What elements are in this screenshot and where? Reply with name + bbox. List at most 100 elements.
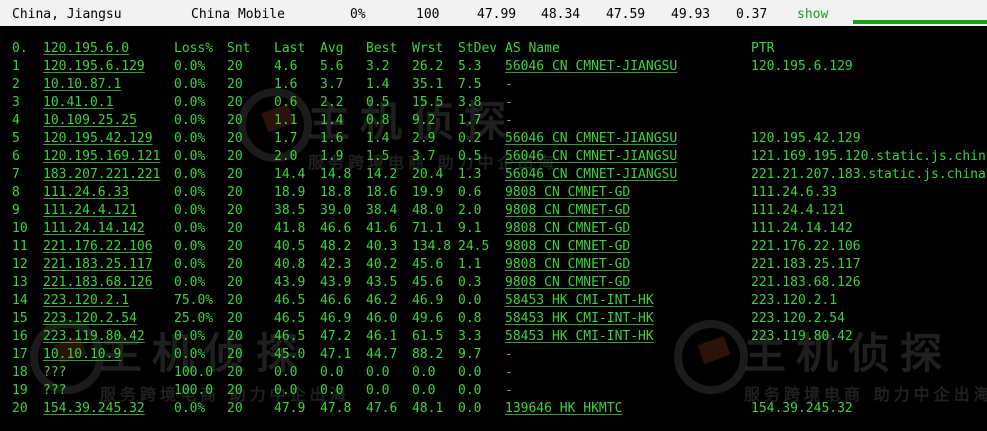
hop-worst: 45.6: [412, 257, 444, 272]
hop-worst: 26.2: [412, 59, 444, 74]
hop-ptr: 221.21.207.183.static.js.china: [751, 167, 986, 182]
hop-worst: 71.1: [412, 221, 444, 236]
hop-host: 10.41.0.1: [43, 95, 114, 110]
hop-sent: 20: [227, 203, 243, 218]
hop-sent: 20: [227, 329, 243, 344]
hop-ptr: 111.24.6.33: [751, 185, 838, 200]
hop-sent: 20: [227, 311, 243, 326]
hop-stdev: 0.0: [458, 365, 482, 380]
hop-worst: 61.5: [412, 329, 444, 344]
hop-last: 40.5: [274, 239, 306, 254]
hop-as-name: 58453 HK CMI-INT-HK: [505, 329, 654, 344]
hop-host: 111.24.14.142: [43, 221, 145, 236]
hop-worst: 15.5: [412, 95, 444, 110]
hop-ptr: 111.24.4.121: [751, 203, 845, 218]
hop-as-name: 9808 CN CMNET-GD: [505, 239, 631, 254]
hop-stdev: 0.6: [458, 185, 482, 200]
hop-sent: 20: [227, 383, 243, 398]
hop-number: 1: [12, 59, 20, 74]
hop-best: 46.2: [366, 293, 398, 308]
hop-last: 46.5: [274, 311, 306, 326]
table-row: 6 120.195.169.121 0.0% 20 2.0 1.9 1.5 3.7 0.5 560…: [0, 149, 987, 167]
hop-stdev: 0.0: [458, 401, 482, 416]
table-row: 4 10.109.25.25 0.0% 20 1.1 1.4 0.8 9.2 1.7 -: [0, 113, 987, 131]
hop-avg: 46.6: [320, 221, 352, 236]
hop-last: 43.9: [274, 275, 306, 290]
hop-last: 45.0: [274, 347, 306, 362]
hop-sent: 20: [227, 77, 243, 92]
hop-last: 1.7: [274, 131, 298, 146]
hop-stdev: 0.5: [458, 149, 482, 164]
hop-avg: 46.6: [320, 293, 352, 308]
hop-best: 0.8: [366, 113, 390, 128]
hop-number: 5: [12, 131, 20, 146]
hop-host: 120.195.42.129: [43, 131, 153, 146]
hop-ptr: 120.195.42.129: [751, 131, 861, 146]
hop-loss: 0.0%: [174, 95, 206, 110]
hop-as-name: 58453 HK CMI-INT-HK: [505, 311, 654, 326]
table-row: 3 10.41.0.1 0.0% 20 0.6 2.2 0.5 15.5 3.8 -: [0, 95, 987, 113]
hop-loss: 100.0: [174, 365, 214, 380]
table-row: 12 221.183.25.117 0.0% 20 40.8 42.3 40.2 45.6 1.…: [0, 257, 987, 275]
hop-last: 1.6: [274, 77, 298, 92]
table-row: 9 111.24.4.121 0.0% 20 38.5 39.0 38.4 48.0 2.0 98…: [0, 203, 987, 221]
hop-number: 9: [12, 203, 20, 218]
hop-loss: 25.0%: [174, 311, 214, 326]
hop-avg: 14.8: [320, 167, 352, 182]
hop-best: 46.1: [366, 329, 398, 344]
hop-avg: 39.0: [320, 203, 352, 218]
table-row: 17 10.10.10.9 0.0% 20 45.0 47.1 44.7 88.2 9.7 -: [0, 347, 987, 365]
hop-as-name: 9808 CN CMNET-GD: [505, 203, 631, 218]
hop-number: 0.: [12, 41, 28, 56]
hop-loss: 0.0%: [174, 221, 206, 236]
hop-as-name: -: [505, 77, 513, 92]
hop-avg: 0.0: [320, 383, 344, 398]
hop-worst: 48.1: [412, 401, 444, 416]
hop-loss: 0.0%: [174, 401, 206, 416]
hop-avg: 42.3: [320, 257, 352, 272]
hop-sent: 20: [227, 347, 243, 362]
hop-loss: 75.0%: [174, 293, 214, 308]
hop-number: 12: [12, 257, 28, 272]
hop-loss: 0.0%: [174, 257, 206, 272]
hop-number: 15: [12, 311, 28, 326]
hop-as-name: 9808 CN CMNET-GD: [505, 275, 631, 290]
hop-sent: 20: [227, 275, 243, 290]
hop-ptr: 221.183.68.126: [751, 275, 861, 290]
traceroute-table: Loss% Snt Last Avg Best Wrst StDev AS Na…: [0, 0, 987, 431]
hop-worst: 88.2: [412, 347, 444, 362]
source-row: 0. 120.195.6.0: [0, 41, 987, 59]
hop-as-name: 58453 HK CMI-INT-HK: [505, 293, 654, 308]
hop-best: 41.6: [366, 221, 398, 236]
hop-avg: 3.7: [320, 77, 344, 92]
hop-number: 4: [12, 113, 20, 128]
hop-host: 221.176.22.106: [43, 239, 153, 254]
hop-stdev: 0.8: [458, 311, 482, 326]
hop-worst: 3.7: [412, 149, 436, 164]
hop-best: 44.7: [366, 347, 398, 362]
hop-last: 46.5: [274, 293, 306, 308]
hop-avg: 0.0: [320, 365, 344, 380]
hop-number: 20: [12, 401, 28, 416]
hop-last: 47.9: [274, 401, 306, 416]
hop-number: 18: [12, 365, 28, 380]
hop-best: 0.0: [366, 365, 390, 380]
hop-number: 10: [12, 221, 28, 236]
hop-as-name: 56046 CN CMNET-JIANGSU: [505, 59, 678, 74]
table-row: 19??? 100.0 20 0.0 0.0 0.0 0.0 0.0 -: [0, 383, 987, 401]
table-row: 16 223.119.80.42 0.0% 20 46.5 47.2 46.1 61.5 3.3…: [0, 329, 987, 347]
hop-sent: 20: [227, 239, 243, 254]
hop-ptr: 223.120.2.54: [751, 311, 845, 326]
hop-best: 0.0: [366, 383, 390, 398]
hop-stdev: 1.3: [458, 167, 482, 182]
hop-worst: 0.0: [412, 383, 436, 398]
hop-sent: 20: [227, 257, 243, 272]
hop-worst: 2.9: [412, 131, 436, 146]
hop-last: 2.0: [274, 149, 298, 164]
hop-as-name: 139646 HK HKMTC: [505, 401, 623, 416]
hop-stdev: 1.7: [458, 113, 482, 128]
hop-as-name: 56046 CN CMNET-JIANGSU: [505, 167, 678, 182]
hop-ptr: 223.120.2.1: [751, 293, 838, 308]
hop-number: 3: [12, 95, 20, 110]
hop-last: 4.6: [274, 59, 298, 74]
